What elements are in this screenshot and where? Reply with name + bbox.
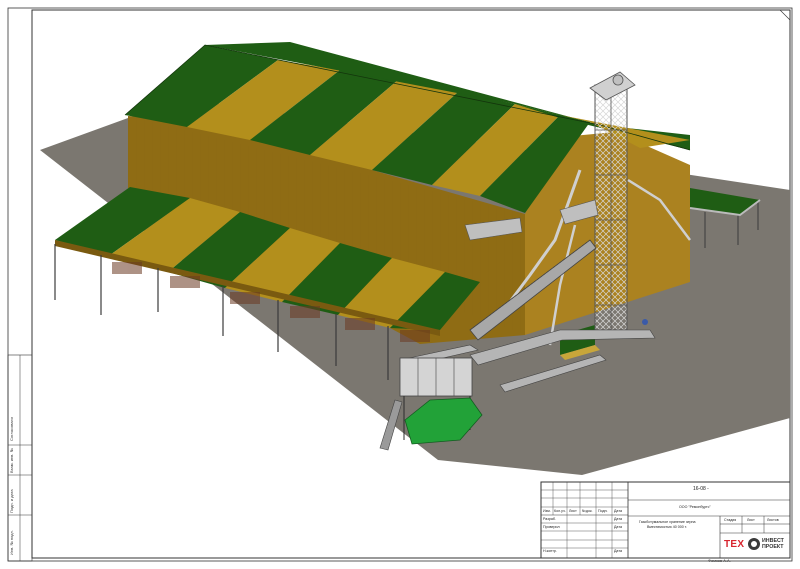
sheet-header-stage: Стадия bbox=[724, 518, 737, 522]
side-label-replaced-inv: Взам. инв. № bbox=[9, 448, 14, 473]
object-title-line1: Газоботумальное хранение зерна bbox=[639, 520, 696, 524]
side-label-agreed: Согласовано bbox=[9, 416, 14, 441]
col-header-izm: Изм. bbox=[543, 509, 551, 513]
col-header-kol: Кол.уч. bbox=[554, 509, 566, 513]
date-cell-2: Дата bbox=[614, 525, 622, 529]
side-stamp-labels: Согласовано Взам. инв. № Подп. и дата Ин… bbox=[0, 355, 32, 560]
col-header-list: Лист bbox=[569, 509, 577, 513]
col-header-doc: №док. bbox=[582, 509, 593, 513]
sheet-header-sheet: Лист bbox=[747, 518, 755, 522]
side-label-inv-original: Инв. № подл. bbox=[9, 530, 14, 555]
side-label-sign-date: Подп. и дата bbox=[9, 489, 14, 513]
role-checker: Проверил bbox=[543, 525, 560, 529]
pump-unit bbox=[642, 319, 648, 325]
role-norm-control: Н.контр. bbox=[543, 549, 557, 553]
object-title-line2: Вместимостью 40 000 т. bbox=[647, 525, 687, 529]
drawing-code: 16-08 - bbox=[693, 486, 709, 492]
col-header-date: Дата bbox=[614, 509, 622, 513]
logo-project-text: ПРОЕКТ bbox=[762, 544, 784, 550]
sheet-header-sheets: Листов bbox=[767, 518, 779, 522]
role-developer: Разраб. bbox=[543, 517, 556, 521]
elevator-head bbox=[612, 74, 624, 86]
date-cell-1: Дата bbox=[614, 517, 622, 521]
logo-tex-text: ТЕХ bbox=[724, 539, 745, 550]
logo-ring-icon bbox=[748, 538, 760, 550]
col-header-sign: Подп. bbox=[598, 509, 608, 513]
date-cell-4: Дата bbox=[614, 549, 622, 553]
designer-name: Фомков А.А. bbox=[708, 558, 731, 563]
corner-mark bbox=[779, 9, 791, 21]
company-name: ООО "Ремонбуртс" bbox=[679, 505, 711, 509]
